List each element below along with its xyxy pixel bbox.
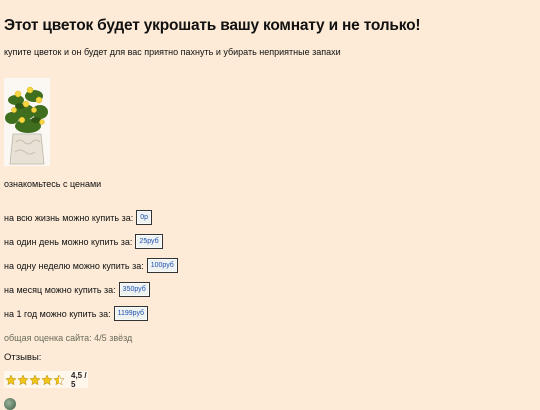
price-row-day: на один день можно купить за: 25руб — [4, 234, 163, 249]
price-row-lifetime: на всю жизнь можно купить за: 0р — [4, 210, 153, 225]
price-row-month: на месяц можно купить за: 350руб — [4, 282, 150, 297]
price-label: на месяц можно купить за: — [4, 284, 116, 295]
rating-score: 4,5 / 5 — [71, 370, 87, 389]
avatar — [4, 398, 16, 410]
price-label: на один день можно купить за: — [4, 236, 133, 247]
rating-stars[interactable] — [5, 373, 65, 386]
price-button-week[interactable]: 100руб — [146, 258, 178, 273]
price-row-year: на 1 год можно купить за: 1199руб — [4, 306, 149, 321]
price-label: на всю жизнь можно купить за: — [4, 212, 134, 223]
prices-intro: ознакомьтесь с ценами — [4, 179, 102, 189]
star-full-icon[interactable] — [17, 373, 29, 386]
site-rating-text: общая оценка сайта: 4/5 звёзд — [4, 333, 133, 343]
price-button-year[interactable]: 1199руб — [113, 306, 149, 321]
price-button-month[interactable]: 350руб — [118, 282, 150, 297]
star-full-icon[interactable] — [5, 373, 17, 386]
page-subtitle: купите цветок и он будет для вас приятно… — [4, 47, 341, 57]
star-full-icon[interactable] — [29, 373, 41, 386]
price-button-lifetime[interactable]: 0р — [136, 210, 153, 225]
price-label: на одну неделю можно купить за: — [4, 260, 144, 271]
flower-pot-image — [4, 78, 50, 166]
reviews-label: Отзывы: — [4, 352, 42, 363]
star-full-icon[interactable] — [41, 373, 53, 386]
price-button-day[interactable]: 25руб — [135, 234, 163, 249]
price-label: на 1 год можно купить за: — [4, 308, 111, 319]
rating-widget: 4,5 / 5 — [4, 370, 88, 389]
price-row-week: на одну неделю можно купить за: 100руб — [4, 258, 178, 273]
star-half-icon[interactable] — [53, 373, 65, 386]
page-title: Этот цветок будет укрошать вашу комнату … — [4, 17, 421, 34]
